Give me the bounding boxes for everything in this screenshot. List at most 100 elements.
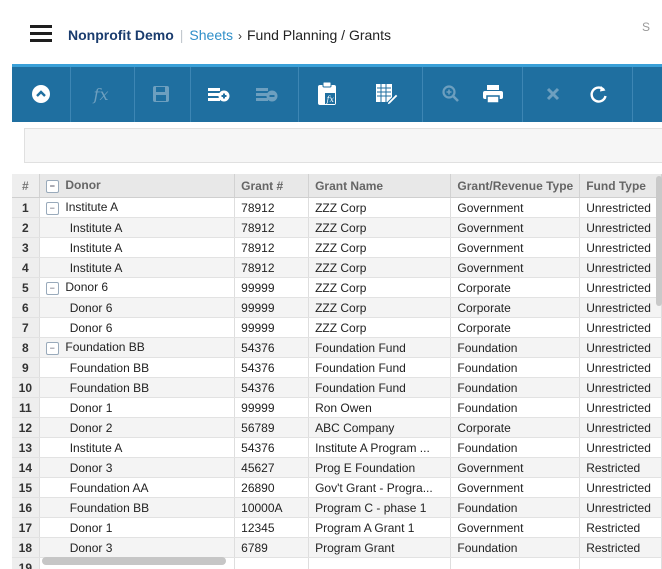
- grant-number-cell[interactable]: 99999: [234, 317, 310, 338]
- fund-type-cell[interactable]: Unrestricted: [579, 197, 662, 218]
- insert-row-icon[interactable]: [204, 79, 234, 109]
- grant-number-cell[interactable]: 56789: [234, 417, 310, 438]
- revenue-type-cell[interactable]: Foundation: [450, 337, 581, 358]
- grant-name-cell[interactable]: ZZZ Corp: [308, 277, 452, 298]
- table-row[interactable]: 15 Foundation AA 26890 Gov't Grant - Progra…: [12, 477, 662, 498]
- row-number[interactable]: 6: [12, 297, 40, 318]
- row-number[interactable]: 11: [12, 397, 40, 418]
- grant-number-cell[interactable]: 78912: [234, 217, 310, 238]
- donor-cell[interactable]: Foundation BB: [39, 497, 236, 518]
- grant-number-cell[interactable]: 78912: [234, 197, 310, 218]
- print-icon[interactable]: [478, 79, 508, 109]
- grant-name-cell[interactable]: ZZZ Corp: [308, 197, 452, 218]
- fund-type-cell[interactable]: Restricted: [579, 537, 662, 558]
- row-number[interactable]: 8: [12, 337, 40, 358]
- grant-name-cell[interactable]: Ron Owen: [308, 397, 452, 418]
- grant-number-cell[interactable]: 54376: [234, 357, 310, 378]
- collapse-up-icon[interactable]: [26, 79, 56, 109]
- collapse-group-icon[interactable]: −: [45, 341, 59, 355]
- fund-type-cell[interactable]: Unrestricted: [579, 417, 662, 438]
- revenue-type-cell[interactable]: Foundation: [450, 397, 581, 418]
- revenue-type-cell[interactable]: Government: [450, 477, 581, 498]
- row-number[interactable]: 4: [12, 257, 40, 278]
- revenue-type-cell[interactable]: Corporate: [450, 277, 581, 298]
- table-row[interactable]: 2 Institute A 78912 ZZZ Corp Government Unres…: [12, 217, 662, 238]
- donor-cell[interactable]: − Donor 6: [39, 277, 236, 298]
- table-row[interactable]: 5− Donor 6 99999 ZZZ Corp Corporate Unrestri…: [12, 277, 662, 298]
- row-number[interactable]: 17: [12, 517, 40, 538]
- grant-number-cell[interactable]: 54376: [234, 377, 310, 398]
- fund-type-cell[interactable]: Unrestricted: [579, 477, 662, 498]
- donor-cell[interactable]: Donor 6: [39, 317, 236, 338]
- grant-number-cell[interactable]: 6789: [234, 537, 310, 558]
- revenue-type-cell[interactable]: Foundation: [450, 437, 581, 458]
- revenue-type-cell[interactable]: Corporate: [450, 417, 581, 438]
- donor-cell[interactable]: Institute A: [39, 437, 236, 458]
- row-number[interactable]: 5: [12, 277, 40, 298]
- table-row[interactable]: 10 Foundation BB 54376 Foundation Fund Found…: [12, 377, 662, 398]
- row-number[interactable]: 16: [12, 497, 40, 518]
- grant-name-cell[interactable]: Foundation Fund: [308, 377, 452, 398]
- row-number[interactable]: 15: [12, 477, 40, 498]
- horizontal-scrollbar[interactable]: [42, 557, 226, 565]
- refresh-icon[interactable]: [584, 79, 614, 109]
- revenue-type-cell[interactable]: Foundation: [450, 537, 581, 558]
- grant-name-cell[interactable]: Institute A Program ...: [308, 437, 452, 458]
- grant-name-cell[interactable]: ZZZ Corp: [308, 297, 452, 318]
- fund-type-cell[interactable]: Restricted: [579, 517, 662, 538]
- revenue-type-cell[interactable]: [450, 557, 581, 569]
- grant-number-cell[interactable]: [234, 557, 310, 569]
- row-number[interactable]: 10: [12, 377, 40, 398]
- donor-cell[interactable]: Institute A: [39, 217, 236, 238]
- column-header-donor[interactable]: − Donor: [39, 174, 236, 198]
- collapse-group-icon[interactable]: −: [45, 201, 59, 215]
- edit-sheet-icon[interactable]: [372, 79, 402, 109]
- donor-cell[interactable]: Foundation AA: [39, 477, 236, 498]
- grant-number-cell[interactable]: 26890: [234, 477, 310, 498]
- revenue-type-cell[interactable]: Government: [450, 237, 581, 258]
- table-row[interactable]: 14 Donor 3 45627 Prog E Foundation Governmen…: [12, 457, 662, 478]
- donor-cell[interactable]: Foundation BB: [39, 377, 236, 398]
- row-number[interactable]: 19: [12, 557, 40, 569]
- revenue-type-cell[interactable]: Government: [450, 217, 581, 238]
- fund-type-cell[interactable]: Unrestricted: [579, 237, 662, 258]
- row-number[interactable]: 14: [12, 457, 40, 478]
- table-row[interactable]: 16 Foundation BB 10000A Program C - phase 1…: [12, 497, 662, 518]
- row-number[interactable]: 2: [12, 217, 40, 238]
- fund-type-cell[interactable]: Restricted: [579, 457, 662, 478]
- grant-number-cell[interactable]: 99999: [234, 277, 310, 298]
- fund-type-cell[interactable]: Unrestricted: [579, 377, 662, 398]
- paste-function-icon[interactable]: fx: [312, 79, 342, 109]
- column-header-fund-type[interactable]: Fund Type: [579, 174, 662, 198]
- revenue-type-cell[interactable]: Government: [450, 517, 581, 538]
- fund-type-cell[interactable]: Unrestricted: [579, 277, 662, 298]
- table-row[interactable]: 9 Foundation BB 54376 Foundation Fund Founda…: [12, 357, 662, 378]
- grant-name-cell[interactable]: Program Grant: [308, 537, 452, 558]
- collapse-all-icon[interactable]: −: [45, 179, 59, 193]
- row-number[interactable]: 18: [12, 537, 40, 558]
- row-number[interactable]: 7: [12, 317, 40, 338]
- formula-bar[interactable]: [24, 128, 662, 163]
- hamburger-menu-icon[interactable]: [30, 25, 52, 43]
- donor-cell[interactable]: Donor 1: [39, 397, 236, 418]
- fund-type-cell[interactable]: Unrestricted: [579, 397, 662, 418]
- grant-number-cell[interactable]: 54376: [234, 337, 310, 358]
- table-row[interactable]: 6 Donor 6 99999 ZZZ Corp Corporate Unrestrict…: [12, 297, 662, 318]
- table-row[interactable]: 12 Donor 2 56789 ABC Company Corporate Unrest…: [12, 417, 662, 438]
- grant-name-cell[interactable]: Foundation Fund: [308, 357, 452, 378]
- search-input[interactable]: S: [636, 12, 662, 44]
- grant-name-cell[interactable]: Prog E Foundation: [308, 457, 452, 478]
- grant-name-cell[interactable]: [308, 557, 452, 569]
- table-row[interactable]: 7 Donor 6 99999 ZZZ Corp Corporate Unrestrict…: [12, 317, 662, 338]
- donor-cell[interactable]: − Foundation BB: [39, 337, 236, 358]
- fund-type-cell[interactable]: Unrestricted: [579, 297, 662, 318]
- grant-number-cell[interactable]: 54376: [234, 437, 310, 458]
- column-header-grant-number[interactable]: Grant #: [234, 174, 310, 198]
- fund-type-cell[interactable]: Unrestricted: [579, 317, 662, 338]
- save-icon[interactable]: [146, 79, 176, 109]
- grant-number-cell[interactable]: 12345: [234, 517, 310, 538]
- revenue-type-cell[interactable]: Foundation: [450, 497, 581, 518]
- revenue-type-cell[interactable]: Foundation: [450, 357, 581, 378]
- breadcrumb-app-link[interactable]: Nonprofit Demo: [68, 27, 174, 43]
- grant-name-cell[interactable]: Program A Grant 1: [308, 517, 452, 538]
